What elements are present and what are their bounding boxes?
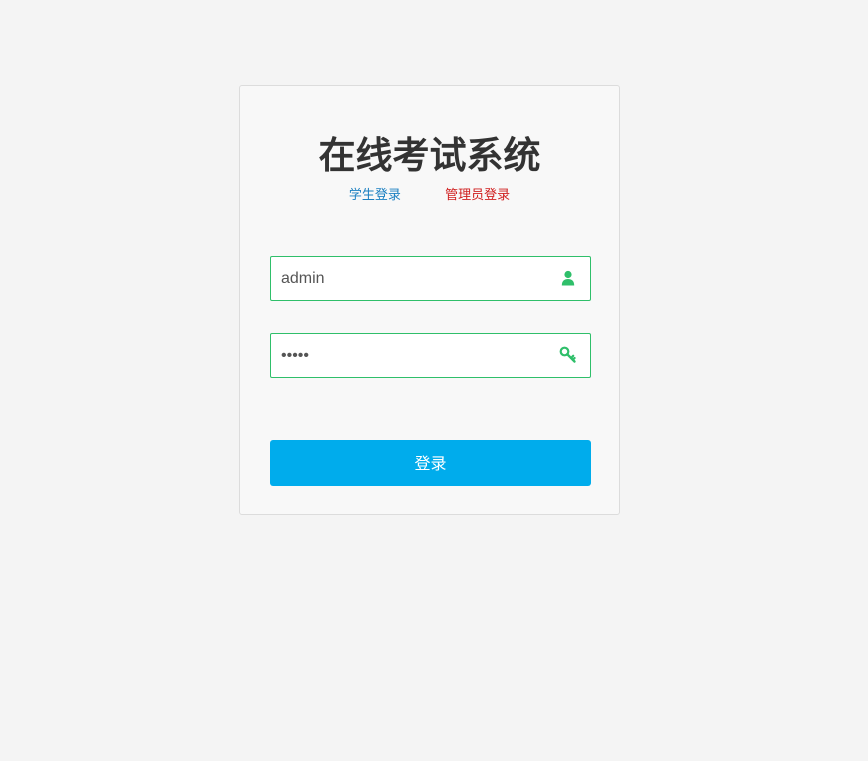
- username-field: [270, 256, 591, 301]
- key-icon: [559, 346, 577, 364]
- admin-login-link[interactable]: 管理员登录: [445, 186, 510, 206]
- username-input[interactable]: [271, 257, 571, 300]
- user-icon: [559, 269, 577, 287]
- password-field: [270, 333, 591, 378]
- student-login-link[interactable]: 学生登录: [349, 186, 401, 206]
- password-input[interactable]: [271, 334, 571, 377]
- login-button[interactable]: 登录: [270, 440, 591, 486]
- role-links: 学生登录 管理员登录: [240, 186, 619, 206]
- login-card: 在线考试系统 学生登录 管理员登录 登录: [239, 85, 620, 515]
- page-title: 在线考试系统: [318, 134, 541, 177]
